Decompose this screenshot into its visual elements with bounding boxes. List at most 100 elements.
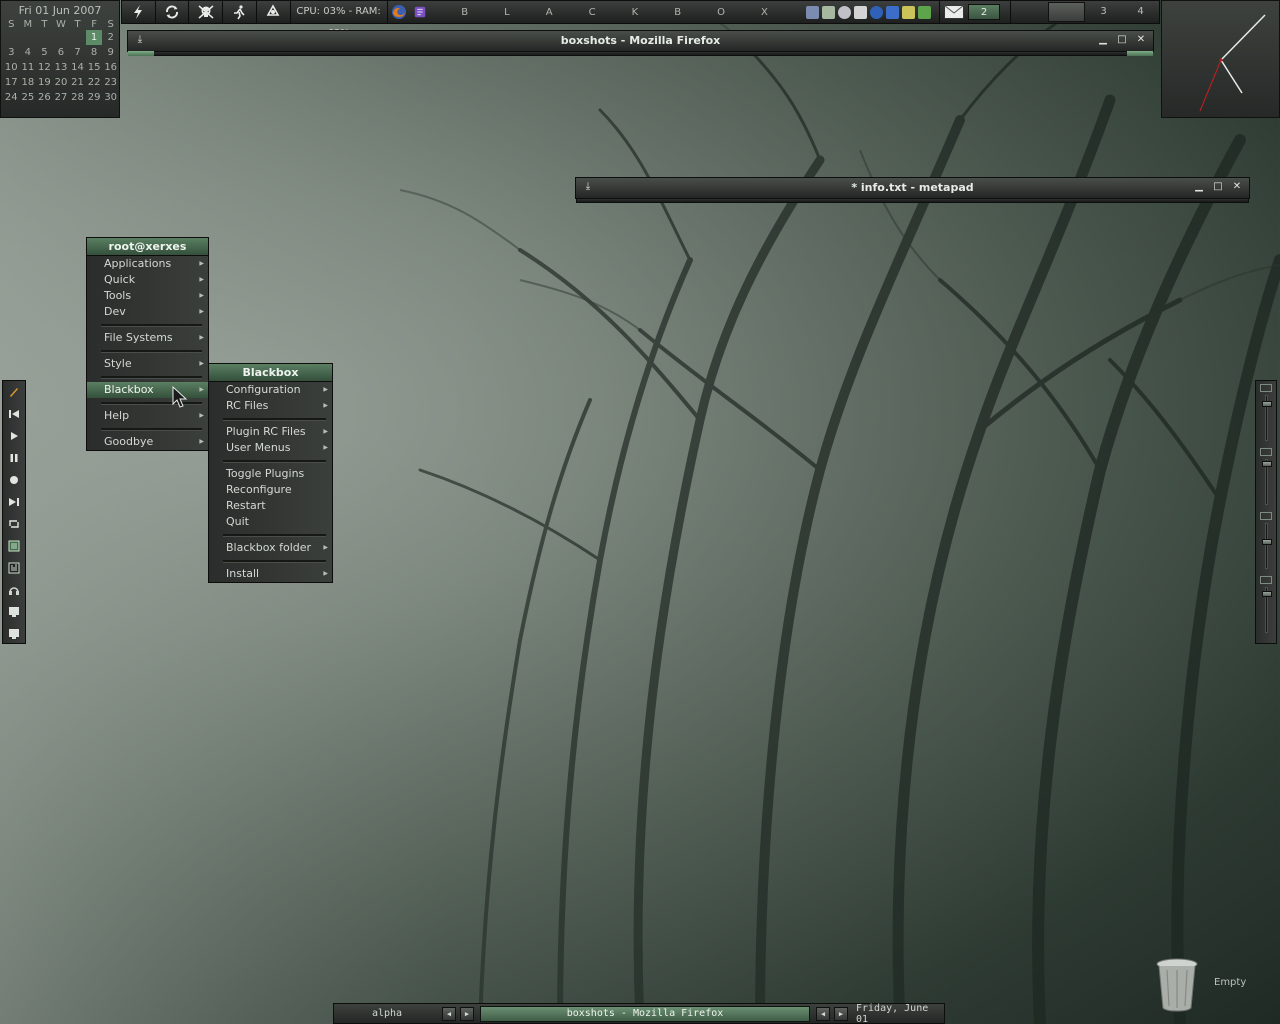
blackbox-menu-item-configuration[interactable]: Configuration ▶ bbox=[209, 382, 332, 398]
workspace-2[interactable] bbox=[1048, 2, 1086, 22]
calendar-day[interactable]: 15 bbox=[86, 60, 103, 75]
window-handle[interactable] bbox=[576, 198, 1249, 203]
blackbox-menu-item-restart[interactable]: Restart bbox=[209, 498, 332, 514]
mail-icon[interactable] bbox=[944, 5, 965, 19]
calendar-day[interactable]: 12 bbox=[36, 60, 53, 75]
calendar-day[interactable]: 11 bbox=[20, 60, 37, 75]
notes-icon[interactable] bbox=[409, 1, 431, 23]
calendar-day[interactable]: 24 bbox=[3, 90, 20, 105]
skull-icon[interactable] bbox=[189, 1, 224, 23]
blackbox-menu-item-rc-files[interactable]: RC Files ▶ bbox=[209, 398, 332, 414]
display-icon[interactable] bbox=[3, 623, 25, 645]
calendar-day[interactable]: 28 bbox=[69, 90, 86, 105]
minimize-icon[interactable]: ▁ bbox=[1193, 181, 1205, 193]
blackbox-menu-item-blackbox-folder[interactable]: Blackbox folder ▶ bbox=[209, 540, 332, 556]
calendar-day[interactable]: 25 bbox=[20, 90, 37, 105]
resize-grip-left[interactable] bbox=[128, 51, 154, 56]
resize-grip-right[interactable] bbox=[1127, 51, 1153, 56]
workspace-next-icon[interactable]: ▶ bbox=[460, 1006, 474, 1021]
workspace-name[interactable]: alpha bbox=[334, 1008, 440, 1019]
monitor-icon[interactable] bbox=[3, 601, 25, 623]
metapad-window[interactable]: ⤓ * info.txt - metapad ▁ □ ✕ bbox=[575, 177, 1250, 203]
maximize-icon[interactable]: □ bbox=[1116, 34, 1128, 46]
folder-icon[interactable] bbox=[902, 5, 916, 19]
recycle-icon[interactable] bbox=[257, 1, 291, 23]
trash-icon[interactable] bbox=[1153, 956, 1201, 1012]
calendar-day[interactable]: 21 bbox=[69, 75, 86, 90]
pencil-icon[interactable] bbox=[854, 5, 868, 19]
workspace-4[interactable]: 4 bbox=[1122, 2, 1159, 22]
mixer-channel-cd[interactable] bbox=[1256, 573, 1276, 637]
root-menu-item-dev[interactable]: Dev ▶ bbox=[87, 304, 208, 320]
blackbox-menu-item-reconfigure[interactable]: Reconfigure bbox=[209, 482, 332, 498]
calendar-day[interactable]: 7 bbox=[69, 45, 86, 60]
runner-icon[interactable] bbox=[223, 1, 257, 23]
root-menu-item-file-systems[interactable]: File Systems ▶ bbox=[87, 330, 208, 346]
headphones-icon[interactable] bbox=[3, 579, 25, 601]
workspace-1[interactable] bbox=[1011, 2, 1048, 22]
calendar-day[interactable]: 1 bbox=[85, 30, 103, 45]
calendar-day[interactable]: 27 bbox=[53, 90, 70, 105]
calendar-day[interactable]: 29 bbox=[86, 90, 103, 105]
volume-icon[interactable] bbox=[886, 5, 900, 19]
calendar-grid[interactable]: SMTWTFS 1 2 3 4 5 6 7 8 9 10 11 12 13 14 15 16 17 18 19 20 2… bbox=[3, 18, 119, 105]
lightning-icon[interactable] bbox=[122, 1, 156, 23]
workspace-pager[interactable]: 34 bbox=[1010, 1, 1159, 23]
close-icon[interactable]: ✕ bbox=[1231, 181, 1243, 193]
maximize-icon[interactable]: □ bbox=[1212, 181, 1224, 193]
repeat-icon[interactable] bbox=[3, 513, 25, 535]
window-handle[interactable] bbox=[128, 51, 1153, 56]
calendar-day[interactable] bbox=[36, 30, 53, 45]
workspace-prev-icon[interactable]: ◀ bbox=[442, 1006, 456, 1021]
info-icon[interactable] bbox=[870, 5, 884, 19]
equalizer-icon[interactable] bbox=[3, 557, 25, 579]
calendar-day[interactable] bbox=[20, 30, 37, 45]
root-menu[interactable]: root@xerxes Applications ▶ Quick ▶ Tools ▶ Dev… bbox=[86, 237, 209, 451]
calendar-day[interactable]: 14 bbox=[69, 60, 86, 75]
calendar-day[interactable]: 4 bbox=[20, 45, 37, 60]
volume-slider-knob[interactable] bbox=[1262, 401, 1272, 407]
calendar-day[interactable]: 10 bbox=[3, 60, 20, 75]
mixer-channel-line[interactable] bbox=[1256, 509, 1276, 573]
calendar-day[interactable]: 22 bbox=[86, 75, 103, 90]
mixer-channel-wave[interactable] bbox=[1256, 445, 1276, 509]
root-menu-item-goodbye[interactable]: Goodbye ▶ bbox=[87, 434, 208, 450]
blackbox-menu-item-user-menus[interactable]: User Menus ▶ bbox=[209, 440, 332, 456]
calendar-day[interactable]: 19 bbox=[36, 75, 53, 90]
previous-track-icon[interactable] bbox=[3, 403, 25, 425]
blackbox-menu-item-toggle-plugins[interactable]: Toggle Plugins bbox=[209, 466, 332, 482]
calendar-widget[interactable]: Fri 01 Jun 2007 SMTWTFS 1 2 3 4 5 6 7 8 9 10 11 12 1… bbox=[0, 0, 120, 118]
firefox-window[interactable]: ⤓ boxshots - Mozilla Firefox ▁ □ ✕ bbox=[127, 30, 1154, 56]
gear-icon[interactable] bbox=[838, 5, 852, 19]
pause-icon[interactable] bbox=[3, 447, 25, 469]
minimize-icon[interactable]: ▁ bbox=[1097, 34, 1109, 46]
blackbox-submenu[interactable]: Blackbox Configuration ▶ RC Files ▶ Plugin R… bbox=[208, 363, 333, 583]
calendar-day[interactable]: 5 bbox=[36, 45, 53, 60]
root-menu-item-applications[interactable]: Applications ▶ bbox=[87, 256, 208, 272]
calendar-day[interactable]: 23 bbox=[102, 75, 119, 90]
volume-slider[interactable] bbox=[1265, 523, 1268, 569]
calendar-day[interactable]: 26 bbox=[36, 90, 53, 105]
root-menu-item-quick[interactable]: Quick ▶ bbox=[87, 272, 208, 288]
calendar-day[interactable]: 13 bbox=[53, 60, 70, 75]
blackbox-menu-item-quit[interactable]: Quit bbox=[209, 514, 332, 530]
blackbox-menu-item-install[interactable]: Install ▶ bbox=[209, 566, 332, 582]
playlist-icon[interactable] bbox=[3, 535, 25, 557]
taskbar-window-button[interactable]: boxshots - Mozilla Firefox bbox=[480, 1005, 810, 1022]
calendar-day[interactable]: 30 bbox=[102, 90, 119, 105]
calendar-day[interactable]: 16 bbox=[102, 60, 119, 75]
calendar-day[interactable]: 18 bbox=[20, 75, 37, 90]
volume-slider-knob[interactable] bbox=[1262, 591, 1272, 597]
volume-slider-knob[interactable] bbox=[1262, 461, 1272, 467]
close-icon[interactable]: ✕ bbox=[1135, 34, 1147, 46]
calendar-day[interactable]: 6 bbox=[53, 45, 70, 60]
calendar-day[interactable]: 20 bbox=[53, 75, 70, 90]
calendar-day[interactable]: 17 bbox=[3, 75, 20, 90]
window-prev-icon[interactable]: ◀ bbox=[816, 1006, 830, 1021]
root-menu-item-tools[interactable]: Tools ▶ bbox=[87, 288, 208, 304]
calendar-day[interactable]: 8 bbox=[86, 45, 103, 60]
pen-icon[interactable] bbox=[3, 381, 25, 403]
workspace-3[interactable]: 3 bbox=[1085, 2, 1122, 22]
blackbox-menu-item-plugin-rc-files[interactable]: Plugin RC Files ▶ bbox=[209, 424, 332, 440]
firefox-icon[interactable] bbox=[388, 1, 410, 23]
